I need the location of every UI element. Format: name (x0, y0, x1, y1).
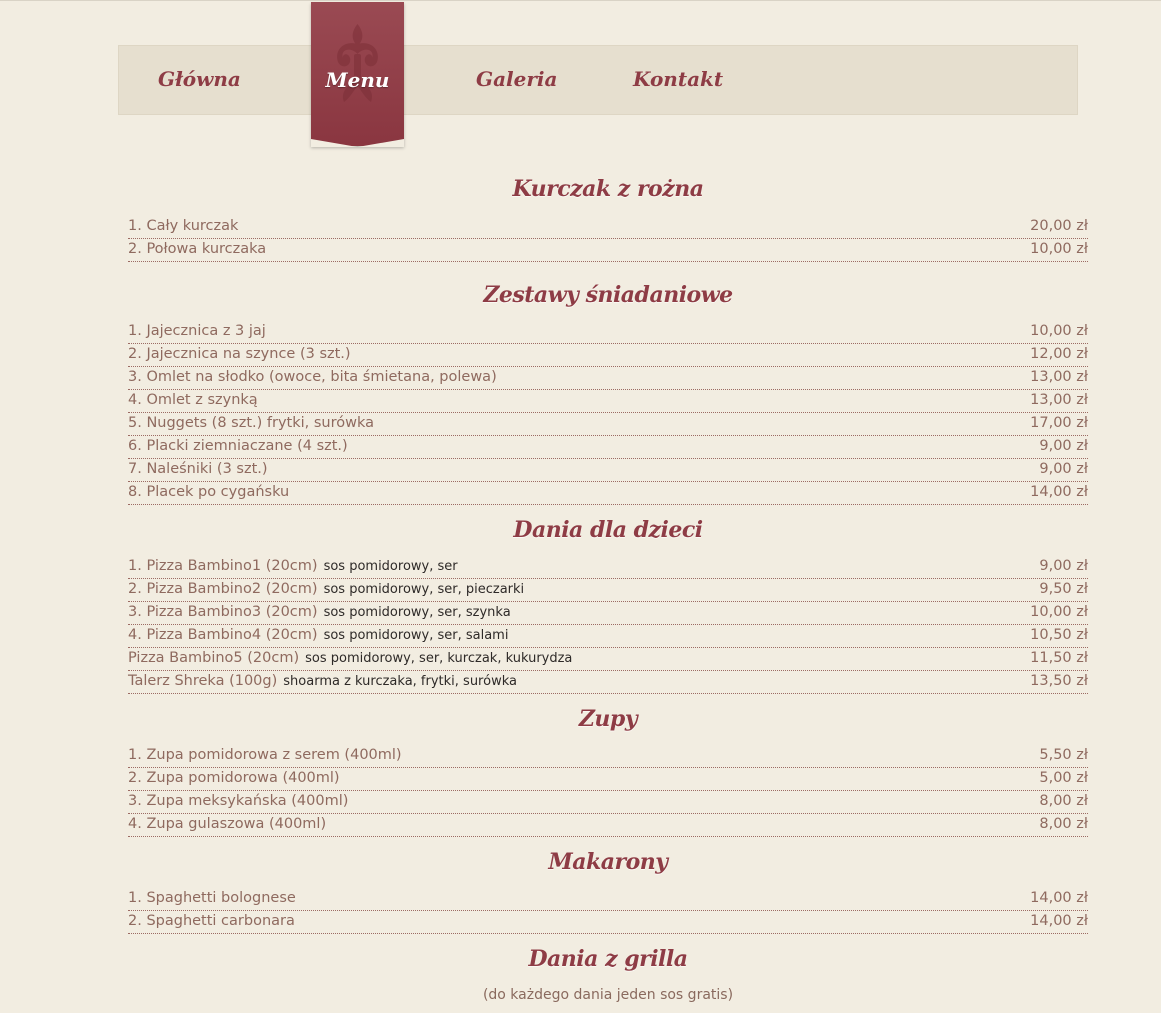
item-name: 2. Połowa kurczaka (128, 241, 267, 257)
menu-item: 2. Połowa kurczaka 10,00 zł (128, 239, 1088, 262)
nav-item-menu-label: Menu (325, 68, 390, 92)
menu-item: 4. Pizza Bambino4 (20cm) sos pomidorowy, … (128, 625, 1088, 648)
item-description: sos pomidorowy, ser, szynka (323, 605, 511, 620)
item-name: 2. Zupa pomidorowa (400ml) (128, 770, 340, 786)
menu-item: 8. Placek po cygańsku 14,00 zł (128, 482, 1088, 505)
item-name: 2. Spaghetti carbonara (128, 913, 295, 929)
menu-item: 2. Spaghetti carbonara 14,00 zł (128, 911, 1088, 934)
item-name: Talerz Shreka (100g) (128, 673, 278, 689)
menu-item: 4. Zupa gulaszowa (400ml) 8,00 zł (128, 814, 1088, 837)
menu-item: 7. Naleśniki (3 szt.) 9,00 zł (128, 459, 1088, 482)
item-name: 2. Jajecznica na szynce (3 szt.) (128, 346, 351, 362)
item-name: 1. Jajecznica z 3 jaj (128, 323, 266, 339)
menu-item: 3. Zupa meksykańska (400ml) 8,00 zł (128, 791, 1088, 814)
nav-item-kontakt[interactable]: Kontakt (633, 67, 723, 91)
nav-item-menu-active[interactable]: Menu (311, 2, 404, 147)
item-name: 2. Pizza Bambino2 (20cm) (128, 581, 318, 597)
item-price: 12,00 zł (1030, 346, 1088, 362)
menu-item: 4. Omlet z szynką 13,00 zł (128, 390, 1088, 413)
section-note: (do każdego dania jeden sos gratis) (482, 987, 734, 1003)
item-name: 1. Zupa pomidorowa z serem (400ml) (128, 747, 402, 763)
item-price: 11,50 zł (1030, 650, 1088, 666)
item-price: 13,50 zł (1030, 673, 1088, 689)
item-name: 3. Omlet na słodko (owoce, bita śmietana… (128, 369, 497, 385)
item-name: 5. Nuggets (8 szt.) frytki, surówka (128, 415, 374, 431)
ribbon-tail (311, 139, 404, 147)
item-name: Pizza Bambino5 (20cm) (128, 650, 300, 666)
item-name: 4. Omlet z szynką (128, 392, 258, 408)
top-border (0, 0, 1161, 1)
item-price: 17,00 zł (1030, 415, 1088, 431)
item-price: 9,00 zł (1039, 438, 1088, 454)
item-name: 1. Spaghetti bolognese (128, 890, 296, 906)
item-price: 5,50 zł (1039, 747, 1088, 763)
item-price: 14,00 zł (1030, 484, 1088, 500)
section-title-zupy: Zupy (578, 706, 638, 732)
item-description: shoarma z kurczaka, frytki, surówka (283, 674, 517, 689)
menu-item: 1. Cały kurczak 20,00 zł (128, 216, 1088, 239)
item-price: 13,00 zł (1030, 369, 1088, 385)
menu-item: 5. Nuggets (8 szt.) frytki, surówka 17,00… (128, 413, 1088, 436)
nav-item-glowna[interactable]: Główna (158, 67, 241, 91)
section-title-kurczak: Kurczak z rożna (512, 176, 704, 202)
section-title-dania-dla-dzieci: Dania dla dzieci (513, 517, 703, 543)
item-price: 9,50 zł (1039, 581, 1088, 597)
section-title-zestawy: Zestawy śniadaniowe (483, 282, 733, 308)
menu-item: 1. Zupa pomidorowa z serem (400ml) 5,50 z… (128, 745, 1088, 768)
item-price: 9,00 zł (1039, 461, 1088, 477)
item-name: 3. Pizza Bambino3 (20cm) (128, 604, 318, 620)
item-name: 3. Zupa meksykańska (400ml) (128, 793, 349, 809)
item-price: 13,00 zł (1030, 392, 1088, 408)
section-title-dania-z-grilla: Dania z grilla (528, 946, 688, 972)
menu-item: 3. Pizza Bambino3 (20cm) sos pomidorowy, … (128, 602, 1088, 625)
item-name: 6. Placki ziemniaczane (4 szt.) (128, 438, 348, 454)
item-name: 4. Pizza Bambino4 (20cm) (128, 627, 318, 643)
main-navigation: Główna Galeria Kontakt (118, 45, 1078, 115)
nav-item-galeria[interactable]: Galeria (476, 67, 557, 91)
item-description: sos pomidorowy, ser (323, 559, 458, 574)
menu-item: Pizza Bambino5 (20cm) sos pomidorowy, ser… (128, 648, 1088, 671)
item-price: 14,00 zł (1030, 913, 1088, 929)
menu-item: 2. Jajecznica na szynce (3 szt.) 12,00 zł (128, 344, 1088, 367)
item-description: sos pomidorowy, ser, salami (323, 628, 509, 643)
item-price: 10,00 zł (1030, 604, 1088, 620)
item-name: 8. Placek po cygańsku (128, 484, 290, 500)
item-name: 7. Naleśniki (3 szt.) (128, 461, 268, 477)
menu-item: Talerz Shreka (100g) shoarma z kurczaka, … (128, 671, 1088, 694)
menu-item: 1. Pizza Bambino1 (20cm) sos pomidorowy, … (128, 556, 1088, 579)
item-price: 10,50 zł (1030, 627, 1088, 643)
item-price: 9,00 zł (1039, 558, 1088, 574)
item-name: 1. Pizza Bambino1 (20cm) (128, 558, 318, 574)
ornament-icon (337, 24, 378, 102)
menu-item: 1. Spaghetti bolognese 14,00 zł (128, 888, 1088, 911)
menu-item: 1. Jajecznica z 3 jaj 10,00 zł (128, 321, 1088, 344)
item-price: 20,00 zł (1030, 218, 1088, 234)
item-description: sos pomidorowy, ser, kurczak, kukurydza (305, 651, 573, 666)
menu-item: 6. Placki ziemniaczane (4 szt.) 9,00 zł (128, 436, 1088, 459)
item-price: 10,00 zł (1030, 241, 1088, 257)
item-price: 5,00 zł (1039, 770, 1088, 786)
item-name: 1. Cały kurczak (128, 218, 239, 234)
item-name: 4. Zupa gulaszowa (400ml) (128, 816, 327, 832)
item-price: 8,00 zł (1039, 816, 1088, 832)
menu-item: 2. Zupa pomidorowa (400ml) 5,00 zł (128, 768, 1088, 791)
menu-item: 2. Pizza Bambino2 (20cm) sos pomidorowy, … (128, 579, 1088, 602)
menu-item: 3. Omlet na słodko (owoce, bita śmietana… (128, 367, 1088, 390)
item-price: 10,00 zł (1030, 323, 1088, 339)
section-title-makarony: Makarony (548, 849, 668, 875)
item-price: 8,00 zł (1039, 793, 1088, 809)
item-price: 14,00 zł (1030, 890, 1088, 906)
item-description: sos pomidorowy, ser, pieczarki (323, 582, 525, 597)
